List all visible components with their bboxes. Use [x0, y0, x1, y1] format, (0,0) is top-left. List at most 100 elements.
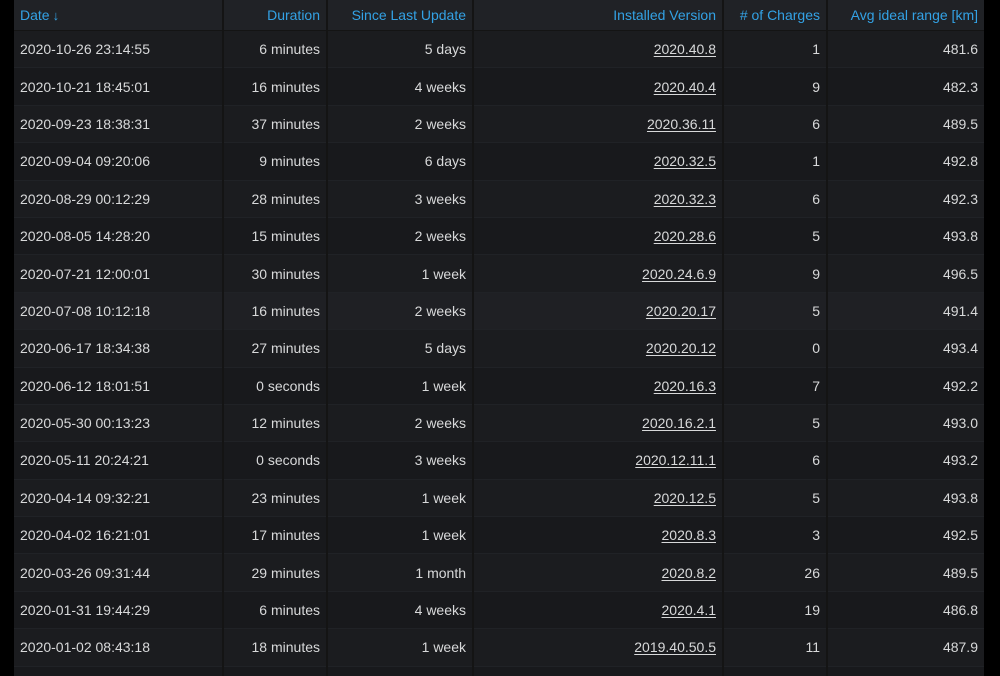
cell-avg-ideal-range: 492.2: [827, 367, 984, 405]
cell-date: 2020-05-11 20:24:21: [14, 441, 224, 480]
column-header-charges-label: # of Charges: [739, 7, 820, 23]
cell-installed-version: 2020.12.11.1: [473, 441, 724, 480]
cell-charges: 9: [723, 67, 828, 106]
cell-date: 2020-07-21 12:00:01: [14, 254, 224, 293]
cell-duration: 16 minutes: [223, 67, 328, 106]
table-row: 2020-08-05 14:28:20 15 minutes 2 weeks 2020…: [14, 217, 984, 256]
table-row: 2020-01-31 19:44:29 6 minutes 4 weeks 2020.…: [14, 591, 984, 630]
cell-installed-version: 2020.32.3: [473, 180, 724, 218]
column-header-installed-version[interactable]: Installed Version: [473, 0, 724, 31]
version-link[interactable]: 2020.20.12: [646, 340, 716, 356]
header-row: Date ↓ Duration Since Last Update Install…: [14, 0, 984, 31]
version-link[interactable]: 2020.32.5: [654, 153, 716, 169]
cell-since-last-update: 5 days: [327, 30, 474, 69]
version-link[interactable]: 2020.28.6: [654, 228, 716, 244]
version-link[interactable]: 2020.8.3: [662, 527, 717, 543]
version-link[interactable]: 2020.12.11.1: [635, 452, 716, 468]
updates-table: Date ↓ Duration Since Last Update Install…: [14, 0, 984, 676]
sort-arrow-down-icon: ↓: [52, 8, 60, 23]
version-link[interactable]: 2020.4.1: [662, 602, 717, 618]
cell-duration: 12 minutes: [223, 404, 328, 443]
table-row: 2020-07-21 12:00:01 30 minutes 1 week 2020.…: [14, 254, 984, 293]
cell-avg-ideal-range: 489.5: [827, 105, 984, 144]
version-link[interactable]: 2020.36.11: [647, 116, 716, 132]
cell-date: 2020-01-31 19:44:29: [14, 591, 224, 630]
cell-date: 2020-01-02 08:43:18: [14, 628, 224, 667]
table-row: 2020-03-26 09:31:44 29 minutes 1 month 2020…: [14, 553, 984, 592]
table-row: 2020-08-29 00:12:29 28 minutes 3 weeks 2020…: [14, 180, 984, 218]
table-row: 2020-07-08 10:12:18 16 minutes 2 weeks 2020…: [14, 292, 984, 331]
cell-duration: 18 minutes: [223, 628, 328, 667]
cell-avg-ideal-range: 487.9: [827, 628, 984, 667]
cell-avg-ideal-range: 492.5: [827, 516, 984, 555]
table-row: 2020-09-23 18:38:31 37 minutes 2 weeks 2020…: [14, 105, 984, 144]
cell-since-last-update: 2 weeks: [327, 666, 474, 676]
table-body: 2020-10-26 23:14:55 6 minutes 5 days 2020.4…: [14, 30, 984, 676]
table-row: 2019-12-25 00:51:5519 minutes2 weeks2019…: [14, 666, 984, 676]
cell-date: 2020-05-30 00:13:23: [14, 404, 224, 443]
cell-date: 2020-08-05 14:28:20: [14, 217, 224, 256]
cell-duration: 23 minutes: [223, 479, 328, 518]
cell-since-last-update: 4 weeks: [327, 591, 474, 630]
table-row: 2020-06-17 18:34:38 27 minutes 5 days 2020.…: [14, 329, 984, 368]
cell-date: 2020-09-23 18:38:31: [14, 105, 224, 144]
version-link[interactable]: 2020.40.4: [654, 79, 716, 95]
version-link[interactable]: 2020.40.8: [654, 41, 716, 57]
column-header-since-label: Since Last Update: [351, 7, 466, 23]
cell-charges: 1: [723, 142, 828, 181]
cell-date: 2020-08-29 00:12:29: [14, 180, 224, 218]
column-header-avg-ideal-range[interactable]: Avg ideal range [km]: [827, 0, 984, 31]
table-row: 2020-04-14 09:32:21 23 minutes 1 week 2020.…: [14, 479, 984, 518]
column-header-charges[interactable]: # of Charges: [723, 0, 828, 31]
cell-avg-ideal-range: 483.3: [827, 666, 984, 676]
column-header-duration[interactable]: Duration: [223, 0, 328, 31]
cell-installed-version: 2020.24.6.9: [473, 254, 724, 293]
cell-duration: 16 minutes: [223, 292, 328, 331]
cell-avg-ideal-range: 493.8: [827, 217, 984, 256]
cell-since-last-update: 1 week: [327, 628, 474, 667]
cell-date: 2020-06-12 18:01:51: [14, 367, 224, 405]
cell-charges: 6: [723, 105, 828, 144]
cell-avg-ideal-range: 493.8: [827, 479, 984, 518]
column-header-duration-label: Duration: [267, 7, 320, 23]
cell-since-last-update: 3 weeks: [327, 441, 474, 480]
version-link[interactable]: 2020.20.17: [646, 303, 716, 319]
cell-installed-version: 2019.40.50.5: [473, 628, 724, 667]
cell-since-last-update: 1 week: [327, 516, 474, 555]
cell-installed-version: 2020.20.12: [473, 329, 724, 368]
column-header-date-label: Date: [20, 7, 50, 23]
cell-avg-ideal-range: 496.5: [827, 254, 984, 293]
version-link[interactable]: 2020.16.2.1: [642, 415, 716, 431]
cell-avg-ideal-range: 493.2: [827, 441, 984, 480]
version-link[interactable]: 2020.24.6.9: [642, 266, 716, 282]
cell-avg-ideal-range: 489.5: [827, 553, 984, 592]
cell-charges: 0: [723, 329, 828, 368]
version-link[interactable]: 2019.40.50.5: [634, 639, 716, 655]
cell-date: 2020-04-14 09:32:21: [14, 479, 224, 518]
cell-duration: 37 minutes: [223, 105, 328, 144]
column-header-date[interactable]: Date ↓: [14, 0, 224, 31]
cell-charges: 9: [723, 254, 828, 293]
cell-date: 2020-04-02 16:21:01: [14, 516, 224, 555]
cell-since-last-update: 2 weeks: [327, 404, 474, 443]
cell-charges: 26: [723, 553, 828, 592]
table-row: 2020-10-21 18:45:01 16 minutes 4 weeks 2020…: [14, 67, 984, 106]
cell-installed-version: 2019.40.50.1: [473, 666, 724, 676]
cell-charges: 1: [723, 30, 828, 69]
table-row: 2020-05-11 20:24:21 0 seconds 3 weeks 2020.…: [14, 441, 984, 480]
cell-duration: 17 minutes: [223, 516, 328, 555]
cell-avg-ideal-range: 491.4: [827, 292, 984, 331]
column-header-since-last-update[interactable]: Since Last Update: [327, 0, 474, 31]
cell-charges: 6: [723, 180, 828, 218]
cell-avg-ideal-range: 486.8: [827, 591, 984, 630]
version-link[interactable]: 2020.16.3: [654, 378, 716, 394]
cell-since-last-update: 1 week: [327, 367, 474, 405]
table-row: 2020-10-26 23:14:55 6 minutes 5 days 2020.4…: [14, 30, 984, 69]
version-link[interactable]: 2020.8.2: [662, 565, 717, 581]
version-link[interactable]: 2020.32.3: [654, 191, 716, 207]
cell-charges: 19: [723, 591, 828, 630]
cell-duration: 0 seconds: [223, 441, 328, 480]
version-link[interactable]: 2020.12.5: [654, 490, 716, 506]
cell-duration: 28 minutes: [223, 180, 328, 218]
cell-charges: 7: [723, 367, 828, 405]
